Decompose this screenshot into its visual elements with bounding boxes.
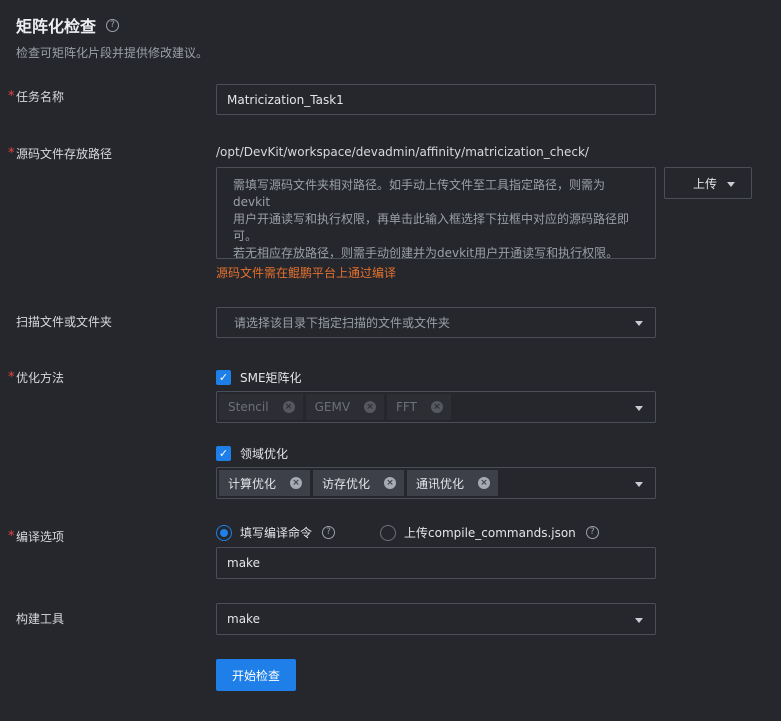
upload-label: 上传 [693, 176, 718, 191]
tag-fft: FFT × [387, 394, 451, 420]
radio-label: 填写编译命令 [240, 526, 313, 540]
source-path-textarea[interactable]: 需填写源码文件夹相对路径。如手动上传文件至工具指定路径，则需为devkit 用户… [216, 167, 656, 260]
tag-stencil: Stencil × [219, 394, 303, 420]
task-name-label: * 任务名称 [8, 89, 65, 104]
start-check-button[interactable]: 开始检查 [216, 659, 296, 691]
domain-checkbox-label: 领域优化 [240, 447, 289, 461]
close-icon[interactable]: × [478, 477, 491, 489]
scan-label: 扫描文件或文件夹 [16, 315, 113, 329]
radio-compile-command[interactable]: 填写编译命令 ? [216, 524, 336, 541]
tag-communication: 通讯优化 × [407, 470, 499, 496]
domain-checkbox-row[interactable]: ✓ 领域优化 [216, 445, 288, 462]
compile-command-input[interactable]: make [216, 547, 656, 579]
radio-unselected-icon[interactable] [380, 524, 396, 541]
compile-warning: 源码文件需在鲲鹏平台上通过编译 [216, 266, 397, 280]
tag-compute: 计算优化 × [219, 470, 311, 496]
build-tool-label: 构建工具 [16, 612, 65, 626]
compile-label: * 编译选项 [8, 529, 65, 544]
chevron-down-icon [727, 182, 735, 187]
hint-line: 需填写源码文件夹相对路径。如手动上传文件至工具指定路径，则需为devkit [233, 178, 606, 209]
help-icon[interactable]: ? [106, 18, 120, 32]
upload-dropdown-button[interactable]: 上传 [664, 167, 752, 199]
checkbox-checked-icon[interactable]: ✓ [216, 446, 231, 461]
build-tool-select[interactable]: make [216, 603, 656, 635]
optimization-label: * 优化方法 [8, 370, 65, 385]
required-asterisk: * [8, 370, 15, 385]
help-icon[interactable]: ? [585, 526, 599, 539]
sme-tag-select[interactable]: Stencil × GEMV × FFT × [216, 391, 656, 423]
scan-placeholder: 请选择该目录下指定扫描的文件或文件夹 [234, 316, 451, 330]
source-path-label: * 源码文件存放路径 [8, 146, 113, 161]
chevron-down-icon [635, 482, 643, 487]
chevron-down-icon [635, 406, 643, 411]
required-asterisk: * [8, 529, 15, 544]
chevron-down-icon [635, 618, 643, 623]
close-icon: × [282, 401, 295, 413]
close-icon: × [430, 401, 443, 413]
page-title-row: 矩阵化检查 ? [16, 13, 120, 37]
radio-selected-icon[interactable] [216, 524, 232, 541]
scan-select[interactable]: 请选择该目录下指定扫描的文件或文件夹 [216, 307, 656, 338]
close-icon[interactable]: × [384, 477, 397, 489]
radio-upload-compile-commands[interactable]: 上传compile_commands.json ? [380, 524, 599, 541]
build-tool-value: make [227, 612, 260, 626]
hint-line: 可。 [233, 229, 258, 243]
help-icon[interactable]: ? [322, 526, 336, 539]
required-asterisk: * [8, 89, 15, 104]
chevron-down-icon [635, 321, 643, 326]
radio-label: 上传compile_commands.json [404, 526, 576, 540]
tag-memory: 访存优化 × [313, 470, 405, 496]
hint-line: 若无相应存放路径，则需手动创建并为devkit用户开通读写和执行权限。 [233, 246, 619, 260]
sme-checkbox-label: SME矩阵化 [240, 371, 302, 385]
sme-checkbox-row[interactable]: ✓ SME矩阵化 [216, 369, 302, 386]
close-icon[interactable]: × [290, 477, 303, 489]
page-title: 矩阵化检查 [16, 17, 97, 36]
tag-gemv: GEMV × [305, 394, 385, 420]
source-path-prefix: /opt/DevKit/workspace/devadmin/affinity/… [216, 145, 589, 159]
domain-tag-select[interactable]: 计算优化 × 访存优化 × 通讯优化 × [216, 467, 656, 499]
required-asterisk: * [8, 146, 15, 161]
page-subtitle: 检查可矩阵化片段并提供修改建议。 [16, 46, 209, 60]
task-name-input[interactable]: Matricization_Task1 [216, 84, 656, 115]
close-icon: × [364, 401, 377, 413]
checkbox-checked-icon[interactable]: ✓ [216, 370, 231, 385]
hint-line: 用户开通读写和执行权限，再单击此输入框选择下拉框中对应的源码路径即 [233, 212, 630, 226]
